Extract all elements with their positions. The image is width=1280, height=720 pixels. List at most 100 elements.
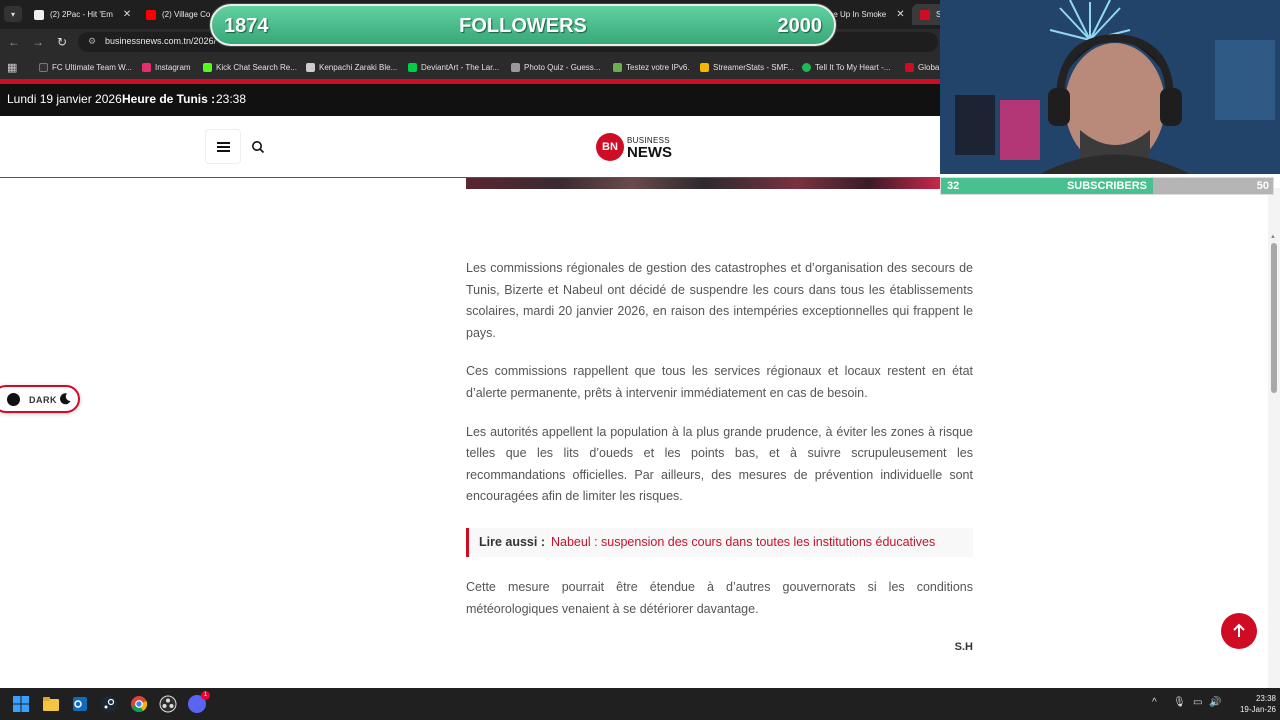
site-info-icon[interactable]: ⚙ — [86, 36, 98, 48]
article-paragraph: Les autorités appellent la population à … — [466, 424, 973, 504]
microphone-icon[interactable]: 🎙 — [1173, 697, 1186, 708]
apps-grid-icon[interactable]: ▦ — [7, 61, 19, 74]
current-date: Lundi 19 janvier 2026 — [7, 92, 122, 106]
tab-favicon — [34, 9, 44, 20]
followers-current: 1874 — [224, 15, 269, 37]
file-explorer-icon[interactable] — [42, 695, 60, 713]
site-header: BN BUSINESS NEWS — [0, 116, 940, 178]
bookmark-label: Kenpachi Zaraki Ble... — [319, 62, 398, 72]
clock-date: 19-Jan-26 — [1239, 705, 1276, 714]
article-paragraph: Ces commissions rappellent que tous les … — [466, 364, 973, 400]
bookmark-favicon — [408, 62, 417, 72]
reload-icon[interactable]: ↻ — [54, 34, 70, 50]
bookmark-item[interactable]: DeviantArt - The Lar... — [408, 61, 499, 73]
close-icon[interactable]: ✕ — [123, 9, 131, 20]
bookmark-label: Kick Chat Search Re... — [216, 62, 297, 72]
bookmark-item[interactable]: Globa — [905, 61, 939, 73]
toggle-dot-icon — [7, 393, 20, 406]
bookmark-favicon — [511, 62, 520, 72]
system-clock[interactable]: 23:38 19-Jan-26 — [1226, 693, 1276, 715]
tab-favicon — [920, 9, 930, 20]
subscribers-goal-bar: SUBSCRIBERS 32 50 — [940, 177, 1274, 195]
tab-favicon — [146, 9, 156, 20]
search-icon[interactable] — [251, 140, 265, 154]
chrome-icon[interactable] — [130, 695, 148, 713]
discord-icon[interactable]: 1 — [188, 691, 210, 713]
bookmarks-bar: ▦ FC Ultimate Team W... Instagram Kick C… — [0, 55, 940, 79]
bookmark-favicon — [306, 62, 315, 72]
bookmark-favicon — [39, 62, 48, 72]
bookmark-item[interactable]: StreamerStats - SMF... — [700, 61, 794, 73]
tab-village[interactable]: (2) Village Cool — [138, 4, 210, 25]
article-hero-image — [466, 178, 940, 189]
site-logo[interactable]: BN BUSINESS NEWS — [596, 132, 676, 162]
current-time: 23:38 — [216, 92, 247, 106]
followers-goal-overlay: FOLLOWERS 1874 2000 — [210, 4, 836, 46]
streamer-webcam-image — [940, 0, 1280, 174]
bookmark-label: Photo Quiz - Guess... — [524, 62, 601, 72]
read-also-link[interactable]: Nabeul : suspension des cours dans toute… — [551, 535, 935, 549]
article-body: Les commissions régionales de gestion de… — [466, 258, 973, 525]
windows-start-icon[interactable] — [12, 695, 30, 713]
tab-title: (2) Village Cool — [162, 10, 210, 19]
url-text: businessnews.com.tn/2026/ — [105, 36, 217, 46]
time-label: Heure de Tunis : — [122, 92, 216, 106]
tab-active[interactable]: Se — [912, 4, 940, 25]
date-bar: Lundi 19 janvier 2026 Heure de Tunis : 2… — [0, 84, 940, 116]
bookmark-label: StreamerStats - SMF... — [713, 62, 794, 72]
bookmark-item[interactable]: Testez votre IPv6. — [613, 61, 690, 73]
bookmark-item[interactable]: Photo Quiz - Guess... — [511, 61, 600, 73]
hamburger-icon — [216, 145, 230, 148]
scroll-up-arrow-icon[interactable]: ▲ — [1270, 234, 1276, 240]
moon-icon — [59, 393, 71, 405]
article-paragraph: Les commissions régionales de gestion de… — [466, 261, 973, 340]
bookmark-item[interactable]: Kick Chat Search Re... — [203, 61, 297, 73]
article-paragraph: Cette mesure pourrait être étendue à d’a… — [466, 580, 973, 616]
dark-mode-toggle[interactable]: DARK — [0, 385, 80, 413]
bookmark-item[interactable]: Kenpachi Zaraki Ble... — [306, 61, 397, 73]
tab-search-button[interactable]: ▾ — [4, 6, 22, 22]
bookmark-label: Instagram — [155, 62, 191, 72]
bookmark-favicon — [613, 62, 622, 72]
scrollbar-thumb[interactable] — [1271, 243, 1277, 393]
dark-mode-label: DARK — [29, 395, 57, 405]
bookmark-item[interactable]: Tell It To My Heart -... — [802, 61, 890, 73]
bookmark-favicon — [203, 62, 212, 72]
network-icon[interactable]: ▭ — [1193, 697, 1202, 708]
bookmark-item[interactable]: Instagram — [142, 61, 191, 73]
read-also-box: Lire aussi : Nabeul : suspension des cou… — [466, 528, 973, 557]
steam-icon[interactable] — [100, 695, 118, 713]
article-closing: Cette mesure pourrait être étendue à d’a… — [466, 577, 973, 620]
menu-button[interactable] — [205, 129, 241, 164]
subscribers-current: 32 — [947, 180, 960, 192]
back-to-top-button[interactable] — [1221, 613, 1257, 649]
bookmark-item[interactable]: FC Ultimate Team W... — [39, 61, 132, 73]
outlook-icon[interactable] — [71, 695, 89, 713]
screen: ▾ (2) 2Pac - Hit 'Em ✕ (2) Village Cool … — [0, 0, 1280, 720]
bookmark-label: FC Ultimate Team W... — [52, 62, 132, 72]
forward-arrow-icon[interactable]: → — [30, 34, 46, 50]
bookmark-favicon — [802, 62, 811, 72]
tray-overflow-chevron-icon[interactable]: ^ — [1152, 697, 1157, 708]
tab-2pac[interactable]: (2) 2Pac - Hit 'Em ✕ — [26, 4, 138, 25]
discord-badge: 1 — [201, 691, 210, 700]
back-arrow-icon[interactable]: ← — [6, 34, 22, 50]
subscribers-goal: 50 — [1256, 180, 1269, 192]
windows-taskbar: 1 ^ 🎙 ▭ 🔊 23:38 19-Jan-26 — [0, 688, 1280, 720]
bookmark-favicon — [142, 62, 151, 72]
arrow-up-icon — [1233, 623, 1245, 637]
read-also-label: Lire aussi : — [479, 535, 545, 549]
obs-icon[interactable] — [159, 695, 177, 713]
webcam-overlay — [940, 0, 1280, 174]
logo-badge: BN — [596, 133, 624, 161]
close-icon[interactable]: ✕ — [896, 9, 904, 20]
followers-goal: 2000 — [777, 15, 823, 37]
bookmark-label: Tell It To My Heart -... — [815, 62, 891, 72]
tab-title: (2) 2Pac - Hit 'Em — [50, 10, 113, 19]
bookmark-favicon — [700, 62, 709, 72]
followers-label: FOLLOWERS — [459, 15, 587, 37]
clock-time: 23:38 — [1255, 694, 1276, 703]
volume-icon[interactable]: 🔊 — [1209, 697, 1221, 708]
author-signature: S.H — [954, 641, 973, 653]
bookmark-favicon — [905, 62, 914, 72]
